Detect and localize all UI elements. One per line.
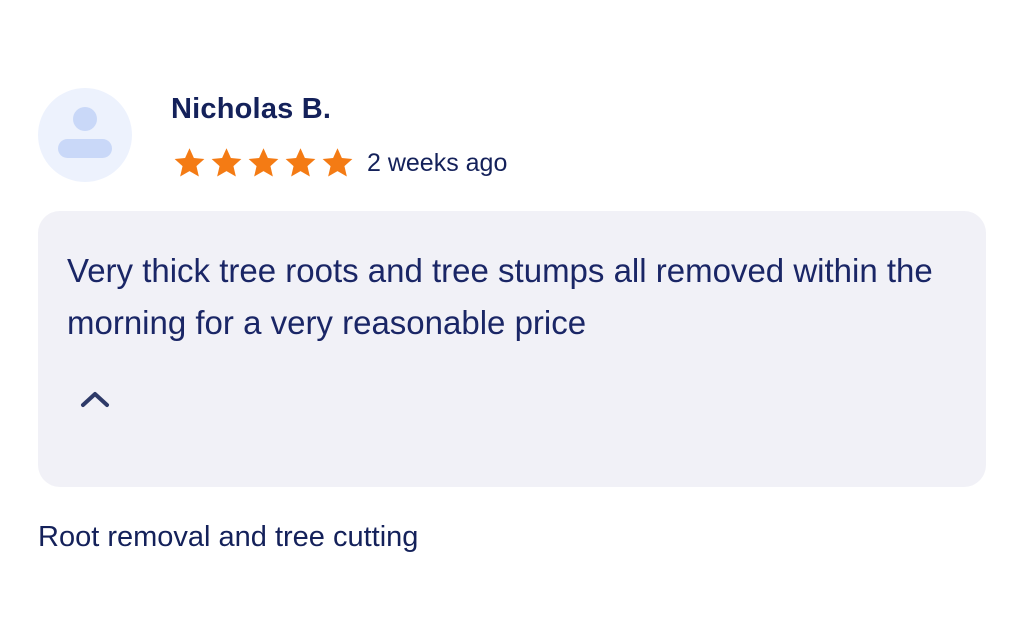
chevron-up-icon — [81, 392, 109, 407]
star-icon — [248, 148, 279, 177]
star-icon — [322, 148, 353, 177]
rating-row: 2 weeks ago — [172, 145, 507, 181]
collapse-review-button[interactable] — [78, 387, 112, 411]
star-icon — [285, 148, 316, 177]
service-name: Root removal and tree cutting — [38, 521, 419, 553]
review-time: 2 weeks ago — [367, 148, 508, 177]
star-rating — [172, 146, 355, 180]
reviewer-name: Nicholas B. — [171, 93, 332, 125]
star-icon — [211, 148, 242, 177]
review-text-box: Very thick tree roots and tree stumps al… — [38, 211, 986, 487]
review-text: Very thick tree roots and tree stumps al… — [67, 252, 933, 341]
star-icon — [174, 148, 205, 177]
person-icon — [58, 107, 112, 158]
avatar — [38, 88, 132, 182]
